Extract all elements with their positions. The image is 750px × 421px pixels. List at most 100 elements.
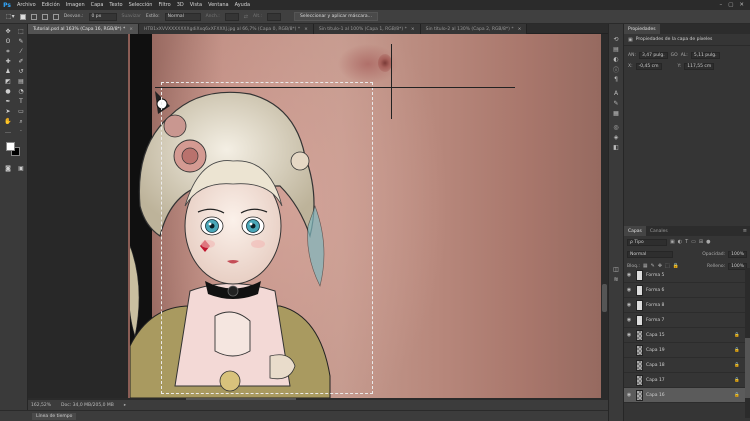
hand-tool-icon[interactable]: ✋ — [2, 117, 14, 126]
blur-tool-icon[interactable]: ● — [2, 87, 14, 96]
quick-select-tool-icon[interactable]: ✎ — [15, 37, 27, 46]
libraries-panel-icon[interactable]: ◎ — [609, 122, 623, 132]
filter-adjust-icon[interactable]: ◐ — [678, 239, 682, 245]
marquee-selection[interactable] — [161, 82, 373, 394]
color-panel-icon[interactable]: ◈ — [609, 132, 623, 142]
layer-row[interactable]: Capa 19 🔒 — [624, 343, 745, 358]
edit-toolbar-icon[interactable]: · — [15, 127, 27, 136]
foreground-color-swatch[interactable] — [6, 142, 15, 151]
filter-toggle-icon[interactable]: ● — [706, 239, 710, 245]
layer-row[interactable]: ◉ Forma 8 — [624, 298, 745, 313]
width-input[interactable] — [224, 12, 239, 21]
history-brush-icon[interactable]: ↺ — [15, 67, 27, 76]
layer-filter-select[interactable]: ρ Tipo — [627, 238, 667, 246]
character-panel-icon[interactable]: A — [609, 88, 623, 98]
height-field[interactable]: 5,11 pulg. — [690, 52, 720, 59]
tab-layers[interactable]: Capas — [624, 226, 646, 236]
brush-tool-icon[interactable]: ✐ — [15, 57, 27, 66]
eyedropper-tool-icon[interactable]: ⁄ — [15, 47, 27, 56]
zoom-tool-icon[interactable]: ⌕ — [15, 117, 27, 126]
menu-ayuda[interactable]: Ayuda — [232, 2, 253, 8]
lasso-tool-icon[interactable]: ʘ — [2, 37, 14, 46]
eraser-tool-icon[interactable]: ◩ — [2, 77, 14, 86]
zoom-level[interactable]: 162,52% — [31, 403, 51, 408]
close-tab-icon[interactable]: × — [304, 27, 308, 32]
menu-imagen[interactable]: Imagen — [63, 2, 88, 8]
doc-tab-htb1[interactable]: HTB1xXVVXXXXXXXgdiXxq6xXFXXXJ.jpg al 66,… — [139, 24, 314, 34]
layers-scroll-thumb[interactable] — [745, 338, 750, 398]
shape-tool-icon[interactable]: ▭ — [15, 107, 27, 116]
marquee-tool-icon[interactable]: ⬚ — [15, 27, 27, 36]
y-field[interactable]: 117,55 cm — [684, 63, 715, 70]
layer-row[interactable]: Capa 17 🔒 — [624, 373, 745, 388]
move-tool-icon[interactable]: ✥ — [2, 27, 14, 36]
style-select[interactable]: Normal — [164, 12, 201, 21]
maximize-icon[interactable]: ▢ — [728, 2, 733, 8]
dodge-tool-icon[interactable]: ◔ — [15, 87, 27, 96]
layer-row[interactable]: ◉ Capa 16 🔒 — [624, 388, 745, 403]
doc-tab-sin-titulo-2[interactable]: Sin título-2 al 130% (Capa 2, RGB/8*) * … — [420, 24, 528, 34]
menu-edicion[interactable]: Edición — [39, 2, 63, 8]
pen-tool-icon[interactable]: ✒ — [2, 97, 14, 106]
close-tab-icon[interactable]: × — [411, 27, 415, 32]
quick-mask-icon[interactable]: ◙ — [2, 164, 14, 173]
width-field[interactable]: 3,47 pulg. — [638, 52, 668, 59]
intersect-selection-icon[interactable] — [52, 13, 59, 20]
channels-panel-icon[interactable]: ≋ — [609, 274, 623, 284]
doc-tab-sin-titulo-1[interactable]: Sin título-1 al 100% (Capa 1, RGB/8*) * … — [313, 24, 421, 34]
tab-properties[interactable]: Propiedades — [624, 24, 660, 34]
height-input[interactable] — [267, 12, 282, 21]
canvas-area[interactable] — [28, 34, 608, 400]
eye-icon[interactable]: ◉ — [624, 302, 634, 308]
subtract-selection-icon[interactable] — [41, 13, 48, 20]
vertical-scroll-thumb[interactable] — [602, 284, 607, 312]
blend-mode-select[interactable]: Normal — [627, 250, 673, 258]
crop-tool-icon[interactable]: ⌗ — [2, 47, 14, 56]
marquee-tool-preset-icon[interactable]: ⬚▾ — [6, 13, 15, 20]
status-menu-icon[interactable]: ▸ — [124, 403, 126, 408]
menu-texto[interactable]: Texto — [106, 2, 125, 8]
eye-icon[interactable]: ◉ — [624, 272, 634, 278]
menu-3d[interactable]: 3D — [174, 2, 187, 8]
new-selection-icon[interactable] — [19, 13, 26, 20]
close-icon[interactable]: ✕ — [739, 2, 744, 8]
gradient-tool-icon[interactable]: ▤ — [15, 77, 27, 86]
timeline-tab[interactable]: Línea de tiempo — [32, 412, 77, 420]
add-selection-icon[interactable] — [30, 13, 37, 20]
menu-archivo[interactable]: Archivo — [14, 2, 39, 8]
type-tool-icon[interactable]: T — [15, 97, 27, 106]
path-select-tool-icon[interactable]: ➤ — [2, 107, 14, 116]
layer-row[interactable]: ◉ Forma 7 — [624, 313, 745, 328]
close-tab-icon[interactable]: × — [129, 27, 133, 32]
eye-icon[interactable]: ◉ — [624, 332, 634, 338]
guide-horizontal[interactable] — [155, 87, 515, 88]
layers-scrollbar[interactable] — [745, 268, 750, 418]
x-field[interactable]: -0,45 cm — [635, 63, 662, 70]
minimize-icon[interactable]: – — [719, 2, 722, 8]
more-tools-icon[interactable]: … — [2, 127, 14, 136]
history-panel-icon[interactable]: ⟲ — [609, 34, 623, 44]
menu-seleccion[interactable]: Selección — [126, 2, 156, 8]
adjustments-panel-icon[interactable]: ◐ — [609, 54, 623, 64]
select-and-mask-button[interactable]: Seleccionar y aplicar máscara... — [294, 12, 378, 21]
menu-vista[interactable]: Vista — [187, 2, 205, 8]
paragraph-panel-icon[interactable]: ¶ — [609, 74, 623, 84]
layer-row[interactable]: ◉ Forma 5 — [624, 268, 745, 283]
clone-stamp-icon[interactable]: ♟ — [2, 67, 14, 76]
doc-tab-tutorial[interactable]: Tutorial.psd al 163% (Capa 16, RGB/8*) *… — [28, 24, 140, 34]
layer-row[interactable]: ◉ Capa 15 🔒 — [624, 328, 745, 343]
eye-icon[interactable]: ◉ — [624, 392, 634, 398]
styles-panel-icon[interactable]: ◧ — [609, 142, 623, 152]
filter-shape-icon[interactable]: ▭ — [691, 239, 696, 245]
properties-panel-icon[interactable]: ▤ — [609, 44, 623, 54]
layer-row[interactable]: ◉ Forma 6 — [624, 283, 745, 298]
menu-capa[interactable]: Capa — [88, 2, 107, 8]
filter-type-icon[interactable]: T — [685, 239, 688, 245]
link-dimensions-icon[interactable]: GO — [671, 53, 678, 58]
info-panel-icon[interactable]: ⓘ — [609, 64, 623, 74]
swatches-panel-icon[interactable]: ▦ — [609, 108, 623, 118]
healing-brush-icon[interactable]: ✚ — [2, 57, 14, 66]
swap-dimensions-icon[interactable]: ⇄ — [244, 14, 248, 20]
eye-icon[interactable]: ◉ — [624, 287, 634, 293]
menu-ventana[interactable]: Ventana — [205, 2, 232, 8]
